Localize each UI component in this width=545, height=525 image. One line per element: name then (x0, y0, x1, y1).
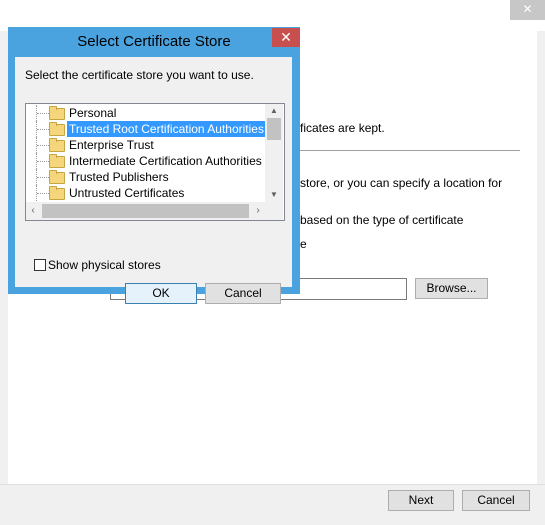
select-certificate-store-dialog: Select Certificate Store ✕ Select the ce… (8, 27, 300, 304)
certificate-store-tree[interactable]: Personal Trusted Root Certification Auth… (25, 103, 285, 221)
tree-connector (37, 145, 49, 147)
scroll-down-icon[interactable]: ▼ (265, 188, 283, 202)
folder-icon (49, 154, 65, 168)
tree-item-label: Intermediate Certification Authorities (69, 154, 262, 168)
wizard-text-line3: based on the type of certificate (300, 213, 464, 227)
horizontal-scroll-thumb[interactable] (42, 204, 249, 218)
scroll-right-icon[interactable]: › (251, 202, 265, 220)
tree-item-untrusted[interactable]: Untrusted Certificates (26, 185, 265, 201)
browse-button[interactable]: Browse... (415, 278, 488, 299)
tree-item-enterprise-trust[interactable]: Enterprise Trust (26, 137, 265, 153)
wizard-text-line4: e (300, 237, 307, 251)
tree-connector (37, 193, 49, 195)
ok-button[interactable]: OK (125, 283, 197, 304)
wizard-close-button[interactable]: ✕ (510, 0, 545, 20)
dialog-client-area: Select the certificate store you want to… (15, 57, 292, 304)
tree-item-label: Personal (69, 106, 117, 120)
scroll-left-icon[interactable]: ‹ (26, 202, 40, 220)
wizard-text-line2: store, or you can specify a location for (300, 176, 503, 190)
scroll-up-icon[interactable]: ▲ (265, 104, 283, 118)
folder-icon (49, 106, 65, 120)
tree-connector (37, 177, 49, 179)
tree-item-trusted-publishers[interactable]: Trusted Publishers (26, 169, 265, 185)
tree-item-label: Untrusted Certificates (69, 186, 185, 200)
tree-item-trusted-root[interactable]: Trusted Root Certification Authorities (26, 121, 265, 137)
folder-icon (49, 122, 65, 136)
show-physical-stores-checkbox[interactable] (34, 259, 46, 271)
tree-connector (37, 129, 49, 131)
tree-item-label: Trusted Root Certification Authorities (67, 121, 265, 137)
folder-icon (49, 186, 65, 200)
dialog-title: Select Certificate Store (77, 33, 231, 50)
tree-item-personal[interactable]: Personal (26, 105, 265, 121)
tree-items: Personal Trusted Root Certification Auth… (26, 104, 265, 202)
wizard-left-border (0, 31, 8, 484)
tree-horizontal-scrollbar[interactable]: ‹ › (26, 202, 265, 220)
tree-item-label: Enterprise Trust (69, 138, 154, 152)
vertical-scroll-thumb[interactable] (267, 118, 281, 140)
close-icon: ✕ (280, 29, 292, 45)
dialog-close-button[interactable]: ✕ (272, 28, 300, 47)
next-button[interactable]: Next (388, 490, 454, 511)
tree-item-intermediate[interactable]: Intermediate Certification Authorities (26, 153, 265, 169)
tree-connector (37, 113, 49, 115)
wizard-cancel-button[interactable]: Cancel (462, 490, 530, 511)
dialog-cancel-button[interactable]: Cancel (205, 283, 281, 304)
folder-icon (49, 138, 65, 152)
wizard-right-border (537, 31, 545, 484)
folder-icon (49, 170, 65, 184)
tree-vertical-scrollbar[interactable]: ▲ ▼ (265, 104, 283, 202)
dialog-instruction: Select the certificate store you want to… (25, 68, 254, 82)
tree-connector (37, 161, 49, 163)
close-icon: ✕ (522, 2, 533, 16)
scrollbar-corner (265, 202, 283, 220)
tree-item-label: Trusted Publishers (69, 170, 169, 184)
wizard-text-line1: ficates are kept. (300, 121, 385, 135)
show-physical-stores-label[interactable]: Show physical stores (48, 258, 161, 272)
